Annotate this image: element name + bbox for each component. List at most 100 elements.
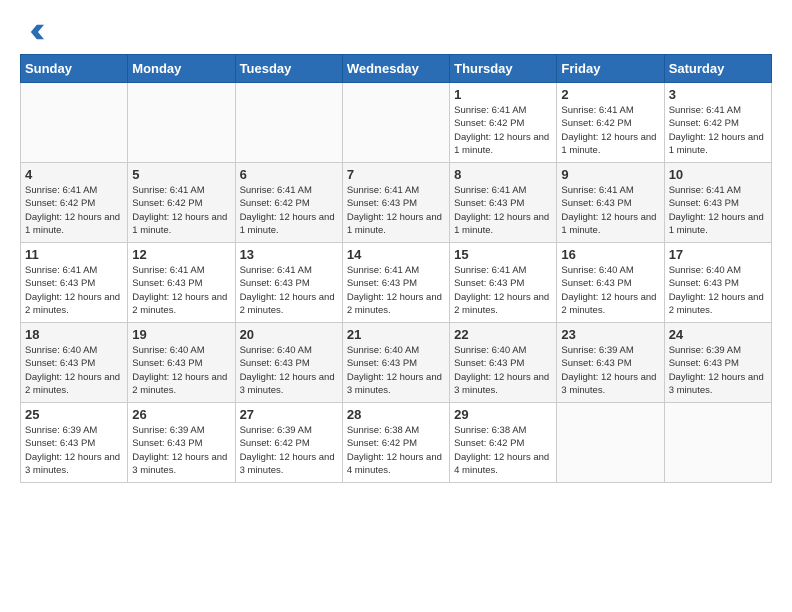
day-number: 21 [347, 327, 445, 342]
col-header-tuesday: Tuesday [235, 55, 342, 83]
calendar-cell: 19 Sunrise: 6:40 AM Sunset: 6:43 PM Dayli… [128, 323, 235, 403]
day-number: 22 [454, 327, 552, 342]
day-number: 16 [561, 247, 659, 262]
cell-info: Sunrise: 6:41 AM Sunset: 6:43 PM Dayligh… [240, 264, 338, 317]
day-number: 5 [132, 167, 230, 182]
col-header-monday: Monday [128, 55, 235, 83]
cell-info: Sunrise: 6:40 AM Sunset: 6:43 PM Dayligh… [454, 344, 552, 397]
cell-info: Sunrise: 6:38 AM Sunset: 6:42 PM Dayligh… [347, 424, 445, 477]
day-number: 25 [25, 407, 123, 422]
calendar-cell: 24 Sunrise: 6:39 AM Sunset: 6:43 PM Dayli… [664, 323, 771, 403]
calendar-cell: 12 Sunrise: 6:41 AM Sunset: 6:43 PM Dayli… [128, 243, 235, 323]
calendar-cell [235, 83, 342, 163]
col-header-friday: Friday [557, 55, 664, 83]
day-number: 19 [132, 327, 230, 342]
calendar-cell: 18 Sunrise: 6:40 AM Sunset: 6:43 PM Dayli… [21, 323, 128, 403]
day-number: 12 [132, 247, 230, 262]
day-number: 20 [240, 327, 338, 342]
cell-info: Sunrise: 6:39 AM Sunset: 6:43 PM Dayligh… [132, 424, 230, 477]
col-header-saturday: Saturday [664, 55, 771, 83]
day-number: 28 [347, 407, 445, 422]
calendar-cell: 20 Sunrise: 6:40 AM Sunset: 6:43 PM Dayli… [235, 323, 342, 403]
cell-info: Sunrise: 6:41 AM Sunset: 6:42 PM Dayligh… [561, 104, 659, 157]
calendar-week-5: 25 Sunrise: 6:39 AM Sunset: 6:43 PM Dayli… [21, 403, 772, 483]
calendar-cell: 7 Sunrise: 6:41 AM Sunset: 6:43 PM Daylig… [342, 163, 449, 243]
cell-info: Sunrise: 6:39 AM Sunset: 6:43 PM Dayligh… [25, 424, 123, 477]
cell-info: Sunrise: 6:41 AM Sunset: 6:42 PM Dayligh… [240, 184, 338, 237]
calendar-cell: 2Sunrise: 6:41 AM Sunset: 6:42 PM Daylig… [557, 83, 664, 163]
cell-info: Sunrise: 6:41 AM Sunset: 6:42 PM Dayligh… [454, 104, 552, 157]
calendar-week-2: 4 Sunrise: 6:41 AM Sunset: 6:42 PM Daylig… [21, 163, 772, 243]
calendar-cell: 23Sunrise: 6:39 AM Sunset: 6:43 PM Dayli… [557, 323, 664, 403]
cell-info: Sunrise: 6:41 AM Sunset: 6:43 PM Dayligh… [347, 184, 445, 237]
calendar-cell: 22 Sunrise: 6:40 AM Sunset: 6:43 PM Dayli… [450, 323, 557, 403]
cell-info: Sunrise: 6:41 AM Sunset: 6:43 PM Dayligh… [454, 184, 552, 237]
calendar-cell: 3 Sunrise: 6:41 AM Sunset: 6:42 PM Daylig… [664, 83, 771, 163]
calendar-cell: 29 Sunrise: 6:38 AM Sunset: 6:42 PM Dayli… [450, 403, 557, 483]
calendar-cell: 27 Sunrise: 6:39 AM Sunset: 6:42 PM Dayli… [235, 403, 342, 483]
calendar-table: SundayMondayTuesdayWednesdayThursdayFrid… [20, 54, 772, 483]
cell-info: Sunrise: 6:40 AM Sunset: 6:43 PM Dayligh… [669, 264, 767, 317]
calendar-week-3: 11 Sunrise: 6:41 AM Sunset: 6:43 PM Dayli… [21, 243, 772, 323]
calendar-week-1: 1 Sunrise: 6:41 AM Sunset: 6:42 PM Daylig… [21, 83, 772, 163]
day-number: 11 [25, 247, 123, 262]
cell-info: Sunrise: 6:41 AM Sunset: 6:43 PM Dayligh… [132, 264, 230, 317]
day-number: 24 [669, 327, 767, 342]
calendar-cell [21, 83, 128, 163]
calendar-cell: 6 Sunrise: 6:41 AM Sunset: 6:42 PM Daylig… [235, 163, 342, 243]
cell-info: Sunrise: 6:40 AM Sunset: 6:43 PM Dayligh… [347, 344, 445, 397]
calendar-cell: 4 Sunrise: 6:41 AM Sunset: 6:42 PM Daylig… [21, 163, 128, 243]
day-number: 8 [454, 167, 552, 182]
calendar-cell: 25 Sunrise: 6:39 AM Sunset: 6:43 PM Dayli… [21, 403, 128, 483]
day-number: 15 [454, 247, 552, 262]
col-header-wednesday: Wednesday [342, 55, 449, 83]
calendar-week-4: 18 Sunrise: 6:40 AM Sunset: 6:43 PM Dayli… [21, 323, 772, 403]
day-number: 18 [25, 327, 123, 342]
cell-info: Sunrise: 6:41 AM Sunset: 6:42 PM Dayligh… [669, 104, 767, 157]
calendar-cell [557, 403, 664, 483]
day-number: 10 [669, 167, 767, 182]
day-number: 17 [669, 247, 767, 262]
cell-info: Sunrise: 6:40 AM Sunset: 6:43 PM Dayligh… [132, 344, 230, 397]
day-number: 1 [454, 87, 552, 102]
calendar-cell [128, 83, 235, 163]
calendar-cell: 15Sunrise: 6:41 AM Sunset: 6:43 PM Dayli… [450, 243, 557, 323]
cell-info: Sunrise: 6:40 AM Sunset: 6:43 PM Dayligh… [25, 344, 123, 397]
day-number: 14 [347, 247, 445, 262]
cell-info: Sunrise: 6:39 AM Sunset: 6:42 PM Dayligh… [240, 424, 338, 477]
calendar-cell: 21 Sunrise: 6:40 AM Sunset: 6:43 PM Dayli… [342, 323, 449, 403]
cell-info: Sunrise: 6:41 AM Sunset: 6:43 PM Dayligh… [25, 264, 123, 317]
day-number: 3 [669, 87, 767, 102]
calendar-cell [342, 83, 449, 163]
calendar-cell: 10 Sunrise: 6:41 AM Sunset: 6:43 PM Dayli… [664, 163, 771, 243]
calendar-header-row: SundayMondayTuesdayWednesdayThursdayFrid… [21, 55, 772, 83]
calendar-cell: 9Sunrise: 6:41 AM Sunset: 6:43 PM Daylig… [557, 163, 664, 243]
cell-info: Sunrise: 6:41 AM Sunset: 6:43 PM Dayligh… [347, 264, 445, 317]
cell-info: Sunrise: 6:39 AM Sunset: 6:43 PM Dayligh… [669, 344, 767, 397]
calendar-cell: 16 Sunrise: 6:40 AM Sunset: 6:43 PM Dayli… [557, 243, 664, 323]
calendar-cell: 8 Sunrise: 6:41 AM Sunset: 6:43 PM Daylig… [450, 163, 557, 243]
calendar-cell: 11 Sunrise: 6:41 AM Sunset: 6:43 PM Dayli… [21, 243, 128, 323]
day-number: 23 [561, 327, 659, 342]
day-number: 4 [25, 167, 123, 182]
cell-info: Sunrise: 6:41 AM Sunset: 6:43 PM Dayligh… [669, 184, 767, 237]
col-header-thursday: Thursday [450, 55, 557, 83]
calendar-cell: 13 Sunrise: 6:41 AM Sunset: 6:43 PM Dayli… [235, 243, 342, 323]
page-header [20, 20, 772, 44]
day-number: 26 [132, 407, 230, 422]
calendar-cell: 1 Sunrise: 6:41 AM Sunset: 6:42 PM Daylig… [450, 83, 557, 163]
calendar-cell [664, 403, 771, 483]
cell-info: Sunrise: 6:40 AM Sunset: 6:43 PM Dayligh… [561, 264, 659, 317]
day-number: 29 [454, 407, 552, 422]
calendar-cell: 26 Sunrise: 6:39 AM Sunset: 6:43 PM Dayli… [128, 403, 235, 483]
logo-icon [20, 20, 44, 44]
day-number: 7 [347, 167, 445, 182]
logo [20, 20, 48, 44]
cell-info: Sunrise: 6:38 AM Sunset: 6:42 PM Dayligh… [454, 424, 552, 477]
day-number: 27 [240, 407, 338, 422]
cell-info: Sunrise: 6:40 AM Sunset: 6:43 PM Dayligh… [240, 344, 338, 397]
day-number: 13 [240, 247, 338, 262]
calendar-body: 1 Sunrise: 6:41 AM Sunset: 6:42 PM Daylig… [21, 83, 772, 483]
cell-info: Sunrise: 6:41 AM Sunset: 6:42 PM Dayligh… [25, 184, 123, 237]
day-number: 6 [240, 167, 338, 182]
